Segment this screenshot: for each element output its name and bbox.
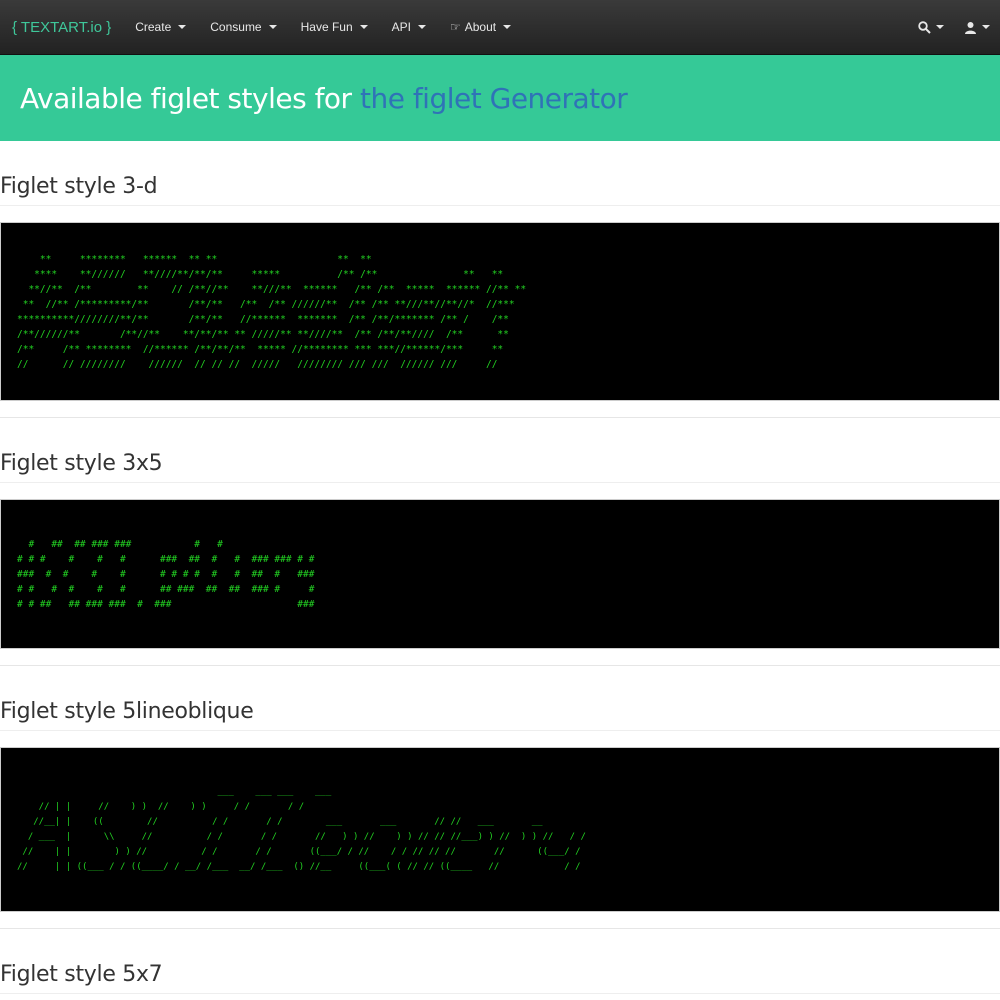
caret-down-icon <box>503 25 512 29</box>
figlet-generator-link[interactable]: the figlet Generator <box>360 82 628 115</box>
search-dropdown[interactable] <box>908 20 954 34</box>
divider <box>0 649 1000 666</box>
hero-banner: Available figlet styles for the figlet G… <box>0 55 1000 141</box>
hand-pointing-icon: ☞ <box>449 20 461 34</box>
section-5lineoblique: Figlet style 5lineoblique ___ ___ ___ __… <box>0 666 1000 929</box>
nav-right <box>908 20 1000 34</box>
brand-logo[interactable]: { TEXTART.io } <box>0 19 123 36</box>
nav-about[interactable]: ☞ About <box>438 20 523 34</box>
nav-consume-label: Consume <box>210 20 262 34</box>
divider <box>0 912 1000 929</box>
section-3x5: Figlet style 3x5 # ## ## ### ### # # # #… <box>0 418 1000 666</box>
caret-down-icon <box>268 25 277 29</box>
user-dropdown[interactable] <box>954 21 1000 34</box>
section-5x7: Figlet style 5x7 <box>0 929 1000 994</box>
ascii-art-box: ** ******** ****** ** ** ** ** **** **//… <box>0 222 1000 401</box>
caret-down-icon <box>936 25 944 29</box>
caret-down-icon <box>178 25 187 29</box>
caret-down-icon <box>417 25 426 29</box>
ascii-art: # ## ## ### ### # # # # # # # # ### ## #… <box>17 538 315 610</box>
section-title: Figlet style 3x5 <box>0 418 1000 483</box>
section-title: Figlet style 3-d <box>0 141 1000 206</box>
nav-have-fun-label: Have Fun <box>300 20 353 34</box>
ascii-art: ___ ___ ___ ___ // | | // ) ) // ) ) / /… <box>17 786 586 872</box>
caret-down-icon <box>359 25 368 29</box>
search-icon <box>918 20 931 34</box>
nav-api[interactable]: API <box>380 20 438 34</box>
navbar: { TEXTART.io } Create Consume Have Fun A… <box>0 0 1000 55</box>
ascii-art-box: # ## ## ### ### # # # # # # # # ### ## #… <box>0 499 1000 649</box>
nav-consume[interactable]: Consume <box>198 20 288 34</box>
nav-have-fun[interactable]: Have Fun <box>289 20 380 34</box>
nav-create-label: Create <box>135 20 172 34</box>
nav-about-label: About <box>464 20 497 34</box>
caret-down-icon <box>982 25 990 29</box>
nav-create[interactable]: Create <box>123 20 198 34</box>
section-title: Figlet style 5x7 <box>0 929 1000 994</box>
section-3d: Figlet style 3-d ** ******** ****** ** *… <box>0 141 1000 418</box>
ascii-art-box: ___ ___ ___ ___ // | | // ) ) // ) ) / /… <box>0 747 1000 912</box>
user-icon <box>965 21 976 34</box>
section-title: Figlet style 5lineoblique <box>0 666 1000 731</box>
nav-api-label: API <box>391 20 411 34</box>
page-title-prefix: Available figlet styles for <box>20 81 360 115</box>
divider <box>0 401 1000 418</box>
page-title: Available figlet styles for the figlet G… <box>20 81 628 115</box>
ascii-art: ** ******** ****** ** ** ** ** **** **//… <box>17 253 527 370</box>
